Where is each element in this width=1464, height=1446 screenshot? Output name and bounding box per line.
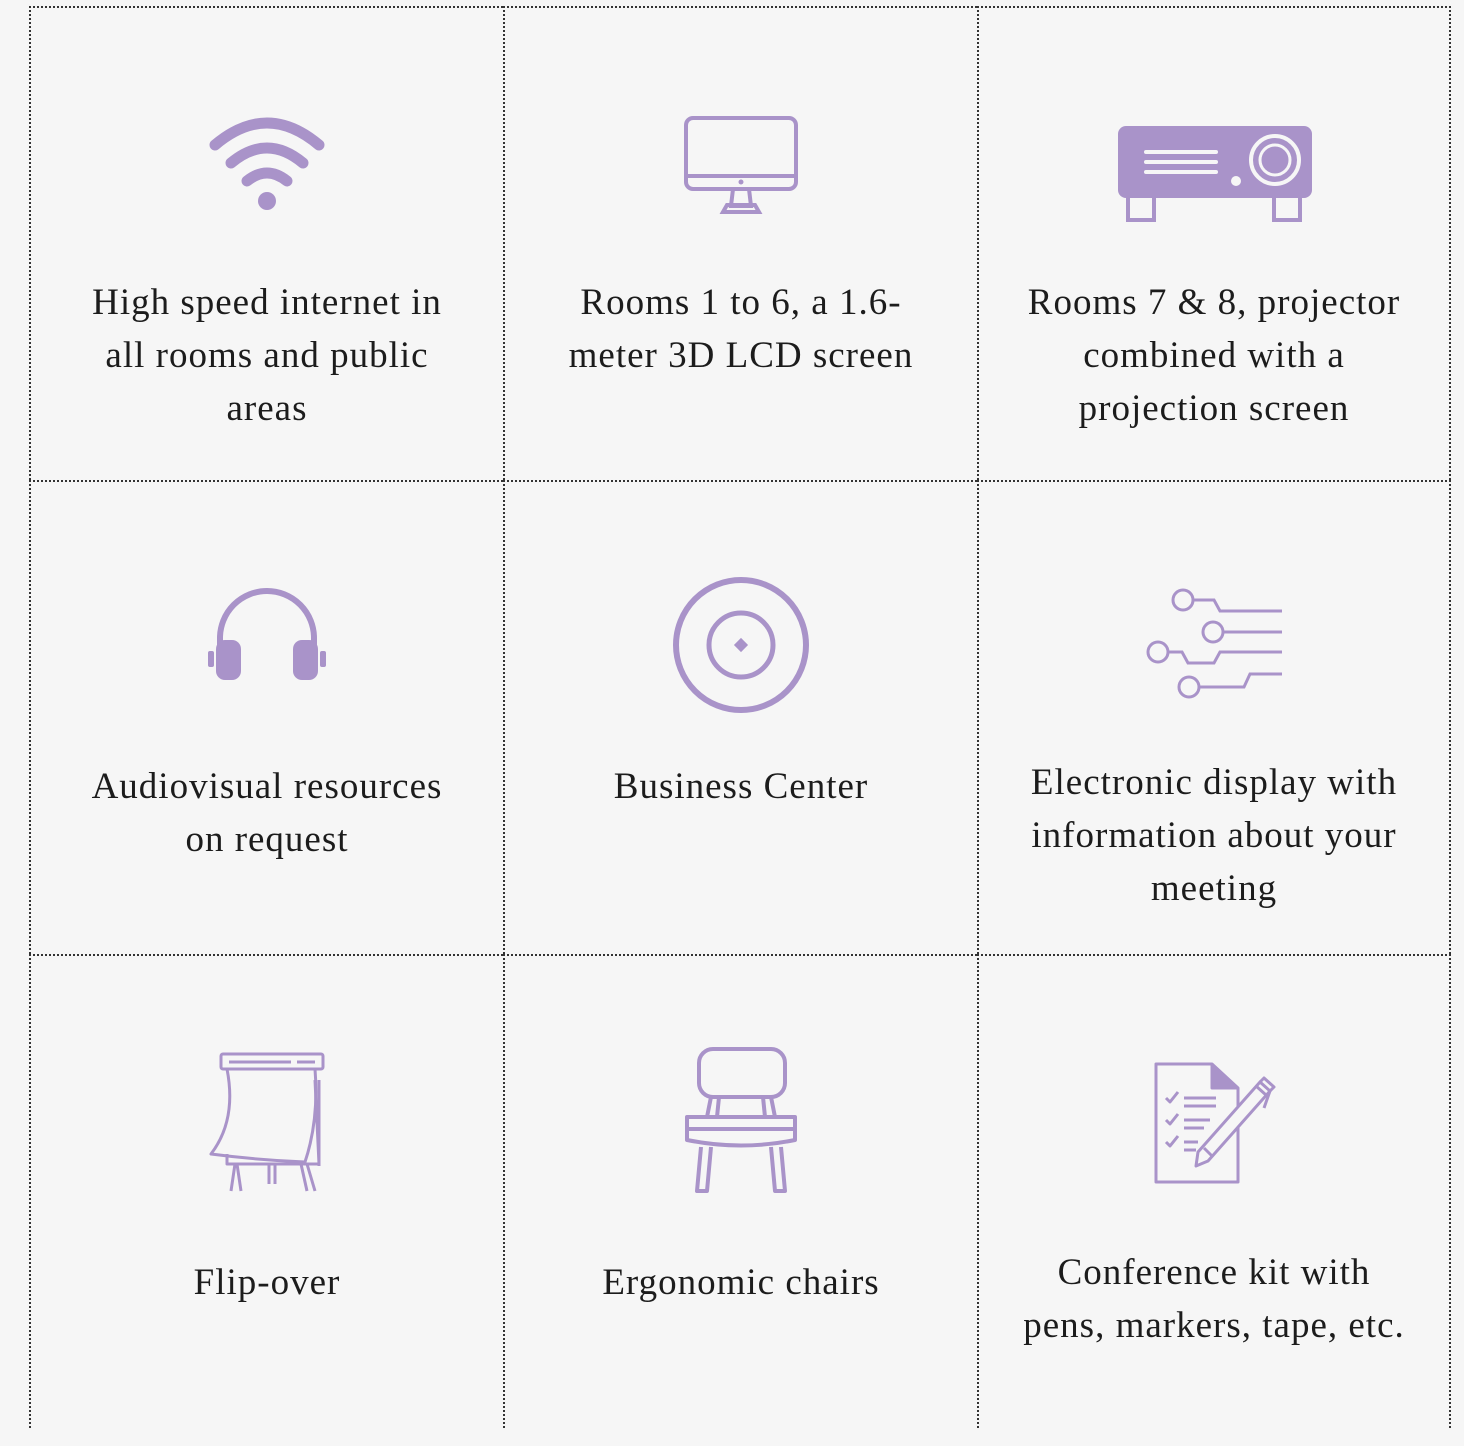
monitor-icon (505, 114, 977, 216)
feature-label: Business Center (613, 766, 869, 807)
feature-card-lcd-screen: Rooms 1 to 6, a 1.6-meter 3D LCD screen (503, 6, 977, 480)
feature-card-electronic-display: Electronic display with information abou… (977, 480, 1451, 954)
feature-label: Electronic display with information abou… (1030, 762, 1398, 909)
chair-icon (505, 1045, 977, 1195)
feature-card-audiovisual: Audiovisual resources on request (29, 480, 503, 954)
feature-label: Conference kit with pens, markers, tape,… (1023, 1252, 1405, 1346)
feature-card-flip-over: Flip-over (29, 954, 503, 1428)
headphones-icon (31, 588, 503, 682)
projector-icon (979, 124, 1449, 222)
feature-label: High speed internet in all rooms and pub… (92, 282, 442, 429)
feature-card-business-center: Business Center (503, 480, 977, 954)
wifi-icon (31, 113, 503, 213)
feature-card-projector: Rooms 7 & 8, projector combined with a p… (977, 6, 1451, 480)
feature-label: Audiovisual resources on request (91, 766, 443, 860)
flipchart-icon (31, 1050, 503, 1196)
feature-label: Rooms 1 to 6, a 1.6-meter 3D LCD screen (568, 282, 914, 376)
target-icon (505, 575, 977, 715)
amenities-grid: High speed internet in all rooms and pub… (29, 6, 1451, 1446)
checklist-pen-icon (979, 1060, 1449, 1184)
feature-card-conference-kit: Conference kit with pens, markers, tape,… (977, 954, 1451, 1428)
feature-card-internet: High speed internet in all rooms and pub… (29, 6, 503, 480)
feature-label: Flip-over (193, 1262, 341, 1303)
feature-label: Rooms 7 & 8, projector combined with a p… (1027, 282, 1401, 429)
feature-label: Ergonomic chairs (602, 1262, 880, 1303)
feature-card-ergonomic-chairs: Ergonomic chairs (503, 954, 977, 1428)
circuit-icon (979, 586, 1449, 708)
